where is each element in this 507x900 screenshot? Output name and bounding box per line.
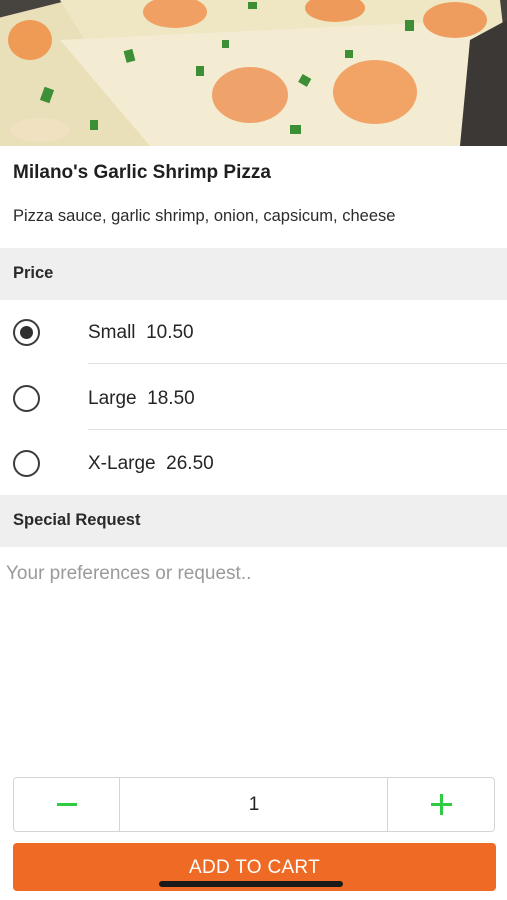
price-option-label: X-Large 26.50 — [88, 453, 214, 474]
price-option-xlarge[interactable]: X-Large 26.50 — [0, 431, 507, 495]
price-section-header: Price — [0, 248, 507, 300]
price-option-small[interactable]: Small 10.50 — [0, 300, 507, 364]
product-description: Pizza sauce, garlic shrimp, onion, capsi… — [13, 207, 396, 225]
special-request-header: Special Request — [0, 495, 507, 547]
quantity-stepper: 1 — [13, 777, 495, 832]
radio-button-selected[interactable] — [13, 319, 40, 346]
special-request-heading: Special Request — [13, 511, 141, 529]
radio-button[interactable] — [13, 450, 40, 477]
radio-button[interactable] — [13, 385, 40, 412]
minus-icon — [57, 803, 77, 806]
product-image — [0, 0, 507, 146]
divider — [88, 429, 507, 430]
home-indicator — [159, 881, 343, 887]
radio-dot — [20, 326, 33, 339]
product-title: Milano's Garlic Shrimp Pizza — [13, 162, 271, 183]
price-option-large[interactable]: Large 18.50 — [0, 366, 507, 430]
price-option-label: Small 10.50 — [88, 322, 194, 343]
add-to-cart-label: ADD TO CART — [188, 857, 321, 878]
price-heading: Price — [13, 264, 54, 282]
decrease-quantity-button[interactable] — [14, 778, 120, 831]
quantity-value: 1 — [248, 794, 260, 815]
divider — [88, 363, 507, 364]
price-option-label: Large 18.50 — [88, 388, 195, 409]
special-request-input[interactable] — [6, 563, 501, 763]
increase-quantity-button[interactable] — [387, 778, 494, 831]
